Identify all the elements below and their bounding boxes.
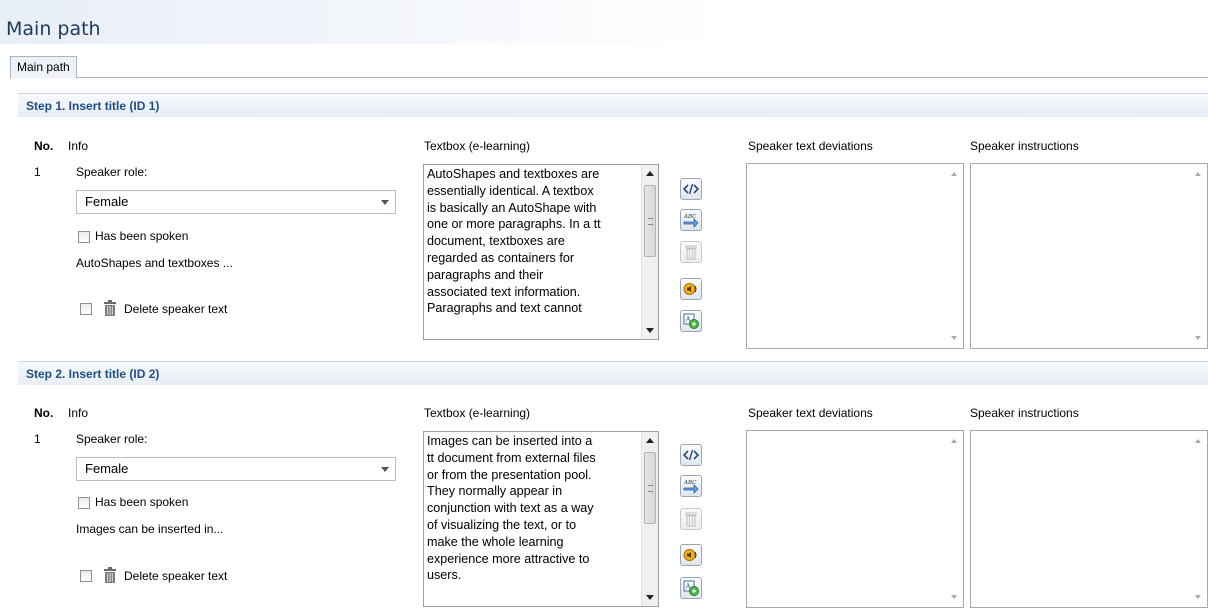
text-to-speech-button[interactable]: A xyxy=(680,310,702,332)
text-to-speech-button[interactable]: A xyxy=(680,577,702,599)
text-to-speech-icon: A xyxy=(683,313,699,329)
spell-check-icon: ABC xyxy=(683,214,699,228)
speaker-role-value: Female xyxy=(85,194,129,209)
textbox-line: They normally appear in xyxy=(427,484,563,499)
speaker-text-deviations-field[interactable] xyxy=(746,163,964,349)
speaker-text-preview: AutoShapes and textboxes ... xyxy=(76,256,233,270)
textbox-line: Images can be inserted into a xyxy=(427,434,593,448)
textbox-line: is basically an AutoShape with xyxy=(427,200,597,215)
textbox-line: regarded as containers for xyxy=(427,250,575,265)
code-tag-button[interactable] xyxy=(680,444,702,466)
svg-text:ABC: ABC xyxy=(683,214,697,220)
textbox-line: essentially identical. A textbox xyxy=(427,183,594,198)
has-been-spoken-checkbox[interactable] xyxy=(78,497,90,509)
column-textbox-label: Textbox (e-learning) xyxy=(424,406,531,420)
chevron-down-icon xyxy=(381,200,389,205)
textbox-line: conjunction with text as a way xyxy=(427,501,594,516)
title-band xyxy=(0,0,720,44)
speaker-role-label: Speaker role: xyxy=(76,165,148,179)
chevron-down-icon xyxy=(381,467,389,472)
speaker-role-select[interactable]: Female xyxy=(76,457,396,481)
elearning-textbox-content: AutoShapes and textboxes are essentially… xyxy=(427,166,639,339)
scroll-up-icon[interactable] xyxy=(646,171,654,176)
deviations-scrollbar[interactable] xyxy=(946,431,963,607)
row-number: 1 xyxy=(34,432,41,446)
deviations-scrollbar[interactable] xyxy=(946,164,963,348)
elearning-textbox-content: Images can be inserted into a tt documen… xyxy=(427,433,639,606)
elearning-textbox[interactable]: Images can be inserted into a tt documen… xyxy=(423,431,659,607)
trash-icon xyxy=(685,245,697,260)
column-instructions-label: Speaker instructions xyxy=(970,139,1079,153)
code-tag-icon xyxy=(683,449,699,461)
speaker-audio-icon xyxy=(683,283,697,295)
speaker-role-value: Female xyxy=(85,461,129,476)
has-been-spoken-checkbox[interactable] xyxy=(78,231,90,243)
column-instructions-label: Speaker instructions xyxy=(970,406,1079,420)
has-been-spoken-label: Has been spoken xyxy=(95,229,189,243)
code-tag-button[interactable] xyxy=(680,178,702,200)
play-audio-button[interactable] xyxy=(680,544,702,566)
trash-icon xyxy=(685,512,697,527)
delete-button xyxy=(680,508,702,530)
tab-main-path[interactable]: Main path xyxy=(10,56,77,79)
speaker-instructions-field[interactable] xyxy=(970,430,1208,608)
delete-speaker-text-label: Delete speaker text xyxy=(124,569,228,583)
textbox-line: AutoShapes and textboxes are xyxy=(427,167,600,181)
has-been-spoken-label: Has been spoken xyxy=(95,495,189,509)
instructions-scrollbar[interactable] xyxy=(1190,164,1207,348)
tab-bar-divider xyxy=(10,77,1208,78)
scroll-up-icon[interactable] xyxy=(646,438,654,443)
textbox-line: tt document from external files xyxy=(427,450,596,465)
textbox-line: Paragraphs and text cannot xyxy=(427,301,582,316)
delete-button xyxy=(680,241,702,263)
trash-icon xyxy=(104,567,116,583)
text-to-speech-icon: A xyxy=(683,580,699,596)
speaker-role-label: Speaker role: xyxy=(76,432,148,446)
textbox-line: one or more paragraphs. In a tt xyxy=(427,217,601,232)
textbox-scrollbar[interactable] xyxy=(641,432,658,606)
column-no-label: No. xyxy=(34,139,54,153)
svg-text:ABC: ABC xyxy=(683,480,697,486)
step-header: Step 2. Insert title (ID 2) xyxy=(18,361,1208,385)
step-header: Step 1. Insert title (ID 1) xyxy=(18,93,1208,117)
textbox-line: paragraphs and their xyxy=(427,267,544,282)
spell-check-icon: ABC xyxy=(683,480,699,494)
speaker-audio-icon xyxy=(683,549,697,561)
spell-check-button[interactable]: ABC xyxy=(680,475,702,497)
scrollbar-thumb[interactable] xyxy=(644,185,656,257)
delete-speaker-text-checkbox[interactable] xyxy=(80,570,92,582)
column-textbox-label: Textbox (e-learning) xyxy=(424,139,531,153)
play-audio-button[interactable] xyxy=(680,278,702,300)
textbox-line: document, textboxes are xyxy=(427,234,565,249)
column-info-label: Info xyxy=(68,139,89,153)
column-info-label: Info xyxy=(68,406,89,420)
textbox-line: associated text information. xyxy=(427,284,581,299)
spell-check-button[interactable]: ABC xyxy=(680,209,702,231)
speaker-role-select[interactable]: Female xyxy=(76,190,396,214)
textbox-line: experience more attractive to xyxy=(427,551,590,566)
textbox-line: make the whole learning xyxy=(427,534,564,549)
code-tag-icon xyxy=(683,183,699,195)
row-number: 1 xyxy=(34,165,41,179)
trash-icon xyxy=(104,300,116,316)
column-deviations-label: Speaker text deviations xyxy=(748,139,873,153)
scrollbar-thumb[interactable] xyxy=(644,452,656,524)
column-no-label: No. xyxy=(34,406,54,420)
scroll-down-icon[interactable] xyxy=(646,328,654,333)
textbox-line: or from the presentation pool. xyxy=(427,467,592,482)
delete-speaker-text-label: Delete speaker text xyxy=(124,302,228,316)
speaker-text-deviations-field[interactable] xyxy=(746,430,964,608)
speaker-instructions-field[interactable] xyxy=(970,163,1208,349)
textbox-line: of visualizing the text, or to xyxy=(427,517,577,532)
textbox-line: users. xyxy=(427,568,462,583)
speaker-text-preview: Images can be inserted in... xyxy=(76,522,224,536)
textbox-scrollbar[interactable] xyxy=(641,165,658,339)
delete-speaker-text-checkbox[interactable] xyxy=(80,303,92,315)
column-deviations-label: Speaker text deviations xyxy=(748,406,873,420)
scroll-down-icon[interactable] xyxy=(646,595,654,600)
page-title: Main path xyxy=(6,18,101,40)
instructions-scrollbar[interactable] xyxy=(1190,431,1207,607)
elearning-textbox[interactable]: AutoShapes and textboxes are essentially… xyxy=(423,164,659,340)
